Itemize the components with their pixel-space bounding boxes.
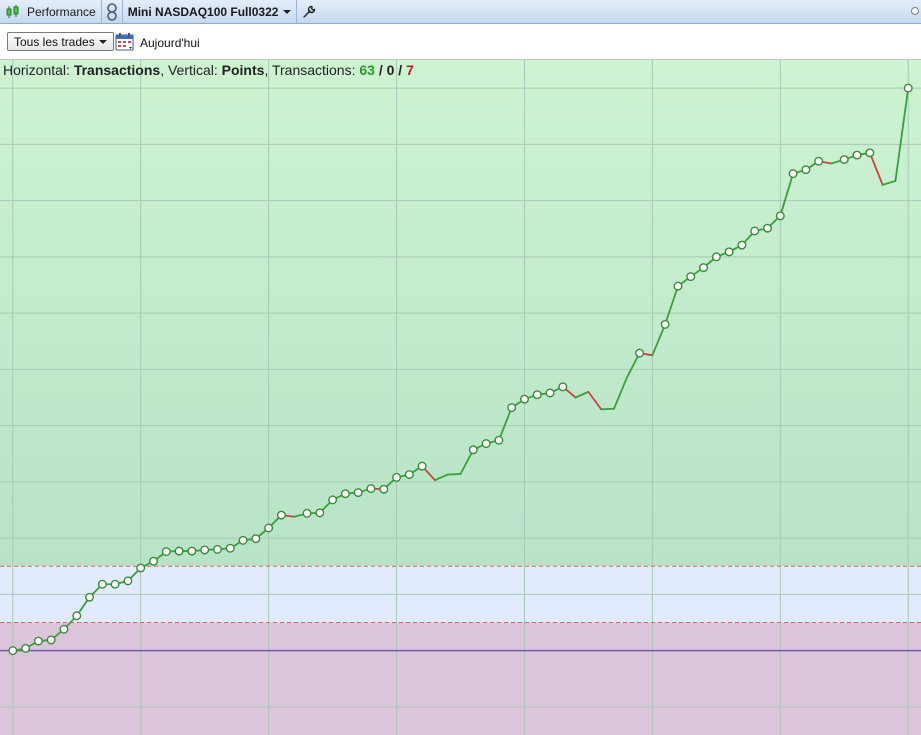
- trade-point: [865, 148, 875, 158]
- separator: /: [394, 62, 407, 78]
- winning-trades-count: 63: [359, 62, 375, 78]
- trade-point: [392, 472, 402, 482]
- trade-point: [558, 382, 568, 392]
- trade-point: [315, 508, 325, 518]
- trade-point: [814, 156, 824, 166]
- loss-zone: [0, 622, 921, 735]
- winning-trade-segment: [600, 407, 615, 411]
- candlestick-icon: [6, 4, 19, 18]
- transactions-label: , Transactions:: [264, 62, 360, 78]
- chevron-down-icon: [98, 39, 107, 44]
- title-bar: Performance Mini NASDAQ100 Full0322: [0, 0, 921, 24]
- trade-point: [123, 576, 133, 586]
- trade-point: [660, 319, 670, 329]
- trade-point: [673, 281, 683, 291]
- losing-trades-count: 7: [406, 62, 414, 78]
- trade-point: [264, 523, 274, 533]
- vertical-label: , Vertical:: [160, 62, 222, 78]
- wrench-icon: [303, 5, 316, 18]
- trade-point: [686, 272, 696, 282]
- trade-point: [507, 403, 517, 413]
- trade-point: [545, 388, 555, 398]
- trade-point: [852, 150, 862, 160]
- instrument-selector[interactable]: Mini NASDAQ100 Full0322: [123, 0, 298, 24]
- trade-point: [251, 534, 261, 544]
- panel-label: Performance: [27, 4, 96, 19]
- trade-point: [366, 484, 376, 494]
- trade-point: [519, 394, 529, 404]
- trade-point: [85, 592, 95, 602]
- trade-point: [46, 635, 56, 645]
- trade-point: [161, 547, 171, 557]
- trade-filter-value: Tous les trades: [14, 34, 95, 49]
- trade-point: [417, 461, 427, 471]
- trade-point: [801, 165, 811, 175]
- horizontal-value: Transactions: [73, 62, 161, 78]
- trade-point: [187, 546, 197, 556]
- trade-point: [468, 445, 478, 455]
- trade-point: [353, 488, 363, 498]
- trade-point: [711, 252, 721, 262]
- trade-point: [59, 624, 69, 634]
- trade-point: [404, 470, 414, 480]
- settings-button[interactable]: [297, 0, 321, 24]
- trade-point: [379, 484, 389, 494]
- trade-point: [699, 263, 709, 273]
- horizontal-label: Horizontal:: [3, 62, 74, 78]
- trade-point: [903, 83, 913, 93]
- trade-point: [839, 155, 849, 165]
- trade-point: [238, 535, 248, 545]
- separator: /: [374, 62, 387, 78]
- vertical-value: Points: [221, 62, 265, 78]
- equity-curve-chart: [0, 60, 921, 735]
- trade-point: [328, 495, 338, 505]
- trade-point: [33, 636, 43, 646]
- trade-point: [481, 439, 491, 449]
- trade-point: [763, 223, 773, 233]
- date-range-label: Aujourd'hui: [140, 36, 200, 50]
- instrument-label: Mini NASDAQ100 Full0322: [127, 4, 279, 19]
- trade-point: [635, 348, 645, 358]
- trade-point: [212, 544, 222, 554]
- chart-info-line: Horizontal: Transactions, Vertical: Poin…: [3, 62, 414, 78]
- trade-point: [200, 545, 210, 555]
- trade-point: [494, 435, 504, 445]
- trade-point: [340, 489, 350, 499]
- winning-trade-segment: [446, 473, 462, 476]
- trade-point: [724, 247, 734, 257]
- chevron-down-icon: [283, 9, 292, 14]
- trade-point: [225, 543, 235, 553]
- trade-point: [788, 169, 798, 179]
- performance-panel-tab[interactable]: Performance: [0, 0, 102, 24]
- trade-point: [174, 546, 184, 556]
- trade-point: [532, 390, 542, 400]
- trade-point: [148, 556, 158, 566]
- trade-point: [737, 240, 747, 250]
- trade-point: [136, 563, 146, 573]
- trade-point: [276, 510, 286, 520]
- link-button[interactable]: [102, 0, 123, 24]
- window-status-dot[interactable]: [911, 7, 919, 15]
- trade-point: [72, 611, 82, 621]
- performance-chart: [0, 60, 921, 735]
- calendar-icon[interactable]: [115, 32, 135, 52]
- trade-point: [8, 646, 18, 656]
- trade-point: [302, 508, 312, 518]
- trade-point: [110, 579, 120, 589]
- trade-point: [97, 579, 107, 589]
- trade-filter-select[interactable]: Tous les trades: [7, 32, 114, 51]
- chain-link-icon: [106, 2, 117, 21]
- trade-point: [750, 226, 760, 236]
- trade-point: [21, 643, 31, 653]
- trade-point: [775, 211, 785, 221]
- toolbar: Tous les trades Aujourd'hui: [0, 24, 921, 60]
